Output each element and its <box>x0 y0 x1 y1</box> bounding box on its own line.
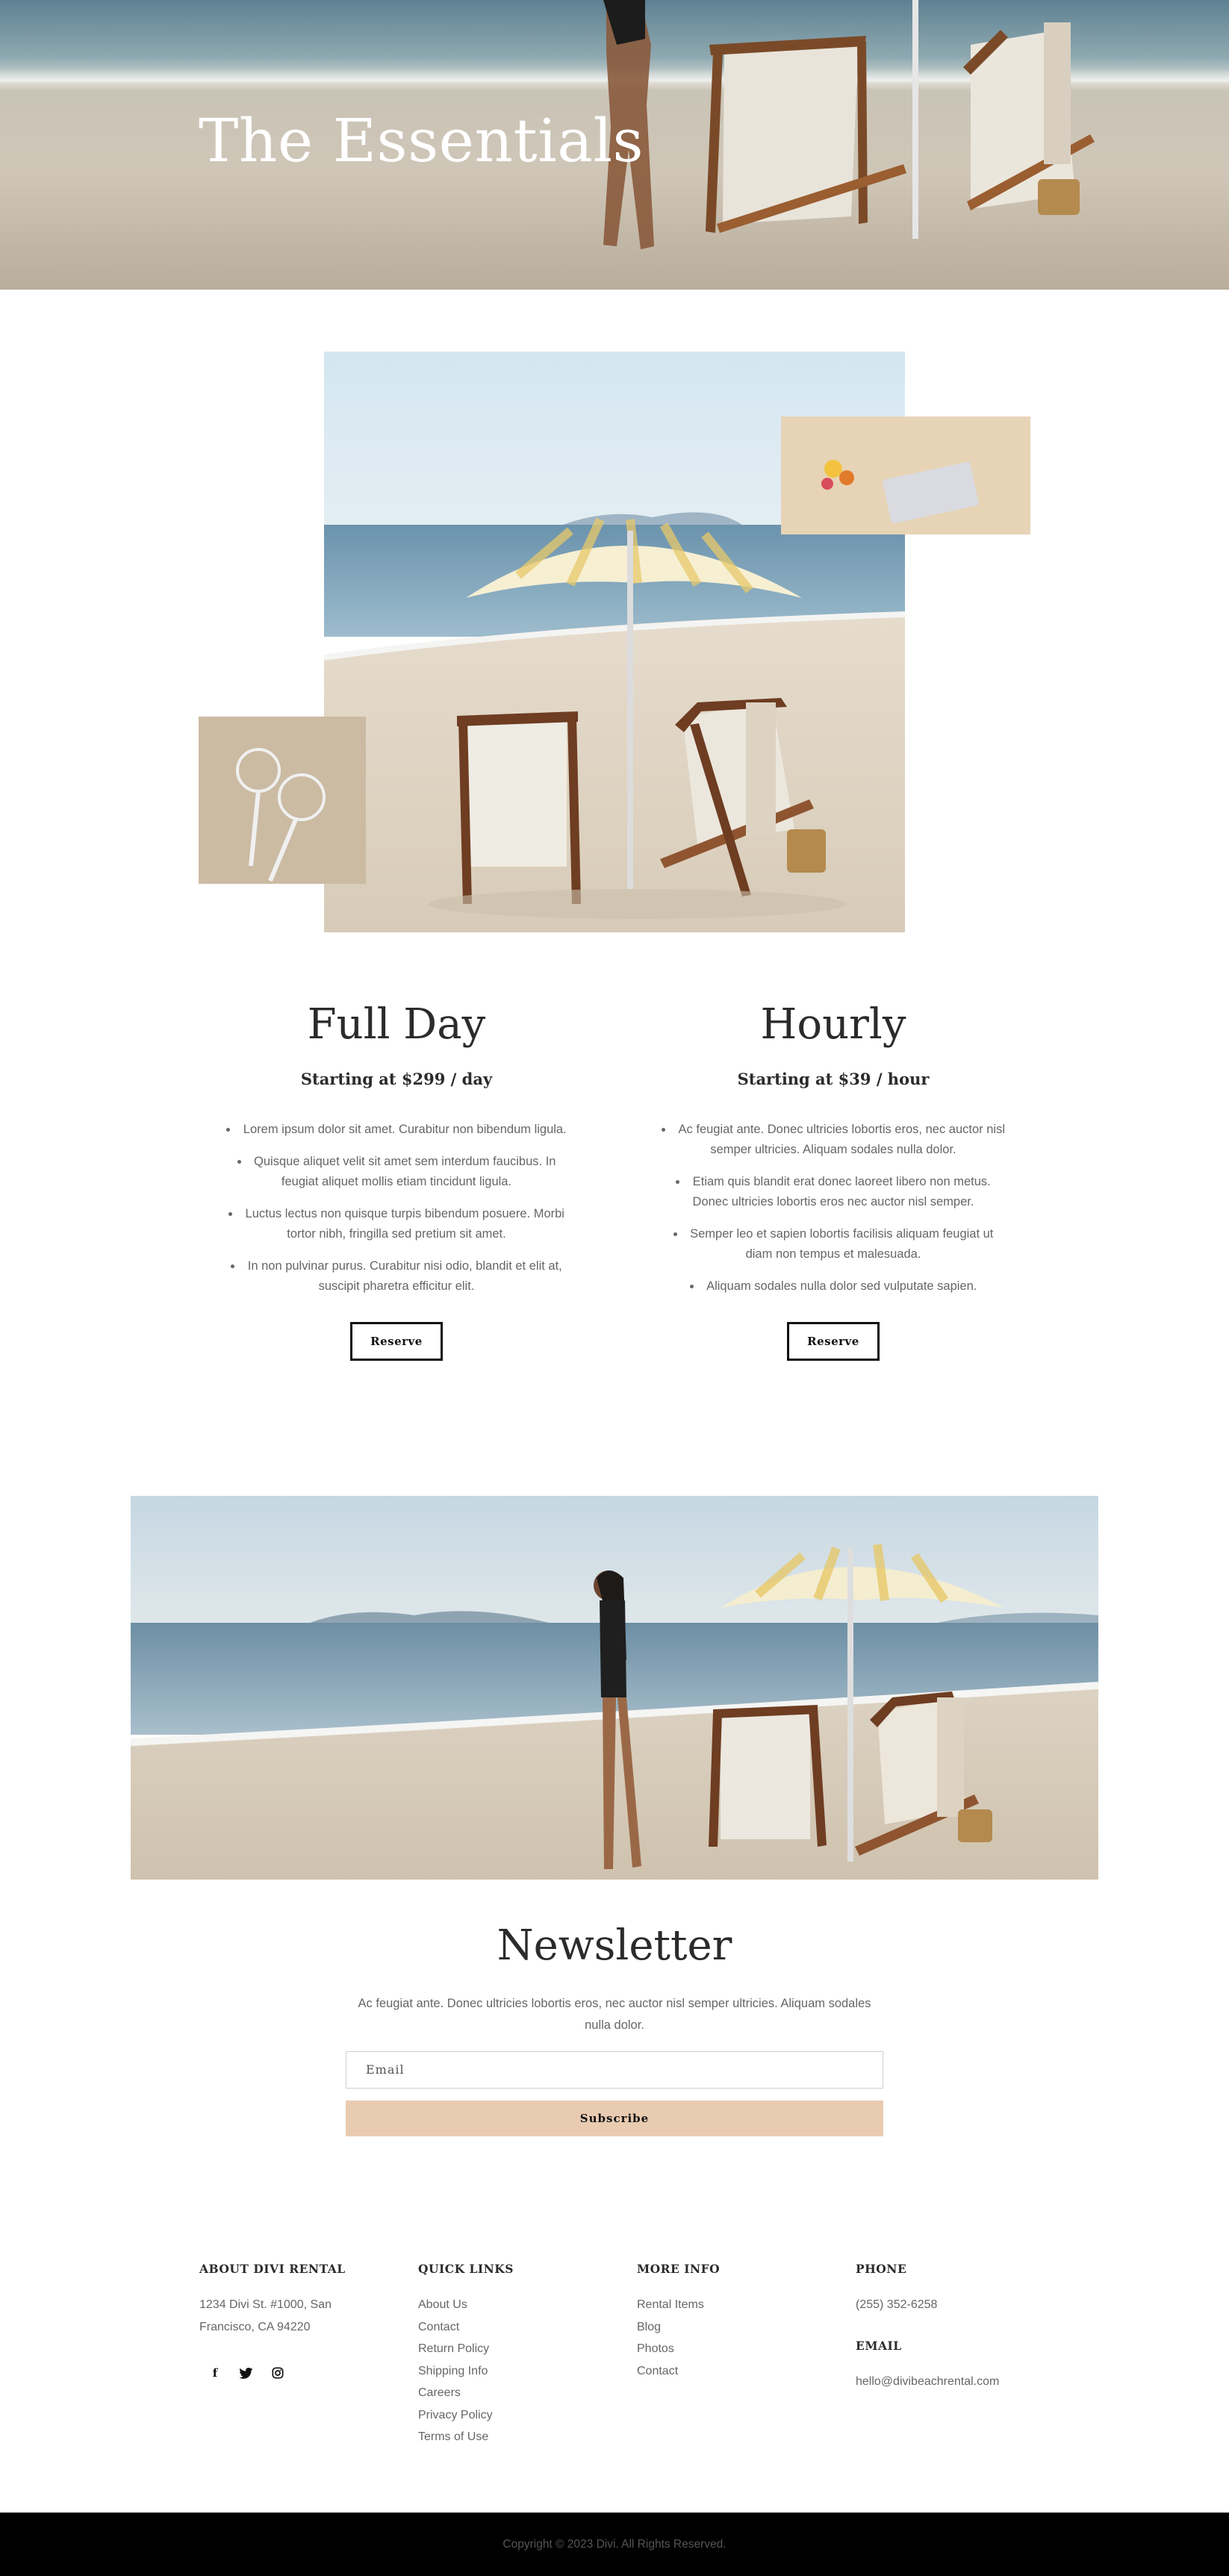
list-item: Etiam quis blandit erat donec laoreet li… <box>632 1172 1035 1212</box>
reserve-button[interactable]: Reserve <box>350 1322 443 1361</box>
social-links: f <box>199 2365 393 2381</box>
footer-heading: EMAIL <box>856 2338 902 2353</box>
list-item: In non pulvinar purus. Curabitur nisi od… <box>195 1256 598 1297</box>
footer-heading: QUICK LINKS <box>418 2262 514 2276</box>
list-item: Ac feugiat ante. Donec ultricies loborti… <box>632 1120 1035 1160</box>
reserve-button[interactable]: Reserve <box>787 1322 880 1361</box>
copyright-bar: Copyright © 2023 Divi. All Rights Reserv… <box>0 2513 1229 2576</box>
footer-link-rental-items[interactable]: Rental Items <box>637 2294 831 2316</box>
footer-link-privacy-policy[interactable]: Privacy Policy <box>418 2404 612 2427</box>
footer-link-contact[interactable]: Contact <box>418 2316 612 2339</box>
list-item: Lorem ipsum dolor sit amet. Curabitur no… <box>195 1120 598 1140</box>
plan-hourly: Hourly Starting at $39 / hour Ac feugiat… <box>632 1000 1035 1361</box>
footer-about: ABOUT DIVI RENTAL 1234 Divi St. #1000, S… <box>199 2262 393 2381</box>
beach-model-image <box>131 1496 1098 1880</box>
footer-link-terms-of-use[interactable]: Terms of Use <box>418 2426 612 2448</box>
subscribe-button[interactable]: Subscribe <box>346 2101 883 2136</box>
plan-title: Full Day <box>307 1000 486 1049</box>
footer-link-photos[interactable]: Photos <box>637 2338 831 2360</box>
footer-link-careers[interactable]: Careers <box>418 2382 612 2404</box>
list-item: Aliquam sodales nulla dolor sed vulputat… <box>632 1276 1035 1297</box>
newsletter-description: Ac feugiat ante. Donec ultricies loborti… <box>358 1997 871 2032</box>
email-input[interactable]: Email <box>346 2051 883 2089</box>
footer-link-return-policy[interactable]: Return Policy <box>418 2338 612 2360</box>
plan-price: Starting at $39 / hour <box>737 1070 930 1088</box>
footer-heading: ABOUT DIVI RENTAL <box>199 2262 346 2276</box>
beach-towel-image <box>781 417 1030 534</box>
footer-quick-links: QUICK LINKS About Us Contact Return Poli… <box>418 2262 612 2448</box>
footer-more-info: MORE INFO Rental Items Blog Photos Conta… <box>637 2262 831 2382</box>
rackets-image <box>199 717 366 884</box>
list-item: Semper leo et sapien lobortis facilisis … <box>632 1224 1035 1264</box>
phone-number: (255) 352-6258 <box>856 2298 938 2311</box>
footer-link-blog[interactable]: Blog <box>637 2316 831 2339</box>
plan-features: Ac feugiat ante. Donec ultricies loborti… <box>632 1120 1035 1297</box>
footer-contact: PHONE (255) 352-6258 EMAIL hello@divibea… <box>856 2262 1050 2392</box>
plan-price: Starting at $299 / day <box>300 1070 493 1088</box>
address-line: Francisco, CA 94220 <box>199 2320 311 2333</box>
twitter-icon[interactable] <box>238 2365 255 2381</box>
plan-title: Hourly <box>760 1000 906 1049</box>
page-title: The Essentials <box>199 106 644 175</box>
list-item: Quisque aliquet velit sit amet sem inter… <box>195 1152 598 1192</box>
email-link[interactable]: hello@divibeachrental.com <box>856 2371 1050 2393</box>
footer-link-shipping-info[interactable]: Shipping Info <box>418 2360 612 2383</box>
footer-heading: PHONE <box>856 2262 907 2276</box>
plan-features: Lorem ipsum dolor sit amet. Curabitur no… <box>195 1120 598 1297</box>
list-item: Luctus lectus non quisque turpis bibendu… <box>195 1204 598 1244</box>
footer-heading: MORE INFO <box>637 2262 721 2276</box>
hero-banner: The Essentials <box>0 0 1229 290</box>
facebook-icon[interactable]: f <box>207 2365 223 2381</box>
footer-link-about-us[interactable]: About Us <box>418 2294 612 2316</box>
address-line: 1234 Divi St. #1000, San <box>199 2298 332 2311</box>
footer-link-contact-more[interactable]: Contact <box>637 2360 831 2383</box>
plan-full-day: Full Day Starting at $299 / day Lorem ip… <box>195 1000 598 1361</box>
instagram-icon[interactable] <box>270 2365 286 2381</box>
newsletter-title: Newsletter <box>497 1921 732 1970</box>
